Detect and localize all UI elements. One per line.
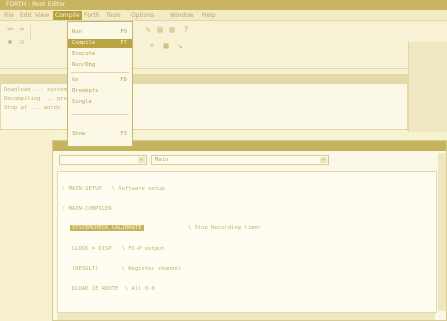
code-line: (RESULT) \ Register channel — [62, 266, 182, 272]
menu-item-breakpoints[interactable]: Breakpts — [68, 87, 132, 96]
menu-item-show[interactable]: Show F3 — [68, 130, 132, 139]
menu-options[interactable]: Options — [131, 11, 154, 20]
menu-item-label: Execute — [72, 51, 96, 57]
menu-item-shortcut: F8 — [120, 77, 127, 83]
chevron-down-icon[interactable]: ▾ — [138, 157, 145, 163]
horizontal-scrollbar[interactable] — [57, 313, 435, 320]
right-panel — [408, 42, 447, 132]
new-file-icon[interactable]: ▭ — [6, 25, 14, 33]
menubar: File Edit View Compile Forth Tools Optio… — [0, 10, 447, 21]
menu-item-label: Breakpts — [72, 88, 99, 94]
menu-item-shortcut: F7 — [120, 40, 127, 46]
output-line: Stop at ... words — [4, 105, 61, 111]
menu-item-label: Single — [72, 99, 92, 105]
menu-help[interactable]: Help — [202, 11, 216, 20]
word-combo[interactable]: Main ▾ — [151, 155, 329, 165]
print-icon[interactable]: ▫ — [18, 38, 26, 46]
menu-item-go[interactable]: Go F8 — [68, 76, 132, 85]
workspace-background — [0, 132, 52, 321]
menu-item-shortcut: F3 — [120, 131, 127, 137]
save-icon[interactable]: ▪ — [6, 38, 14, 46]
replace-icon[interactable]: ▦ — [162, 42, 170, 50]
menu-separator — [71, 114, 129, 115]
menu-file[interactable]: File — [4, 11, 14, 20]
menu-forth[interactable]: Forth — [84, 11, 100, 20]
goto-icon[interactable]: ↘ — [176, 42, 184, 50]
output-titlebar — [1, 75, 407, 84]
menu-window[interactable]: Window — [170, 11, 194, 20]
code-line: : MAIN-COMPILER — [62, 206, 112, 212]
paste-icon[interactable]: ▥ — [168, 26, 176, 34]
cut-icon[interactable]: ✎ — [144, 26, 152, 34]
code-editor[interactable]: : MAIN-SETUP \ Software setup : MAIN-COM… — [57, 171, 437, 313]
find-icon[interactable]: ⌕ — [148, 42, 156, 50]
output-window: Download ... system loaded Recompiling .… — [0, 74, 408, 130]
copy-icon[interactable]: ▤ — [156, 26, 164, 34]
word-combo-value: Main — [155, 157, 169, 163]
menu-item-label: Run — [72, 29, 82, 35]
window-titlebar: FORTH - Root Editor — [0, 0, 447, 10]
menu-item-run[interactable]: Run F9 — [68, 28, 132, 37]
menu-item-label: Go — [72, 77, 79, 83]
menu-item-compile[interactable]: Compile F7 — [68, 39, 132, 48]
menu-item-label: Show — [72, 131, 86, 137]
chevron-down-icon[interactable]: ▾ — [320, 157, 327, 163]
menu-item-label: Compile — [72, 40, 96, 46]
code-line: : MAIN-SETUP \ Software setup — [62, 186, 165, 192]
menu-compile[interactable]: Compile — [53, 11, 82, 20]
code-line: CLOCK = DISP \ FC-P output — [62, 246, 165, 252]
menu-item-shortcut: F9 — [120, 29, 127, 35]
menu-edit[interactable]: Edit — [20, 11, 32, 20]
vertical-scrollbar[interactable] — [438, 153, 446, 311]
menu-tools[interactable]: Tools — [106, 11, 121, 20]
compile-menu-dropdown: Run F9 Compile F7 Execute Run/Dbg Go F8 … — [67, 21, 133, 147]
toolbar-separator — [30, 25, 31, 41]
menu-view[interactable]: View — [35, 11, 49, 20]
open-file-icon[interactable]: ▱ — [18, 25, 26, 33]
procedure-combo[interactable]: ▾ — [59, 155, 147, 165]
menu-item-rundbg[interactable]: Run/Dbg — [68, 61, 132, 70]
selected-code[interactable]: SYSTEMCHECK CALIBRATE — [70, 225, 144, 231]
editor-window: ▾ Main ▾ : MAIN-SETUP \ Software setup :… — [52, 140, 447, 321]
code-line: DLOAD 1E ROUTE \ All 0-0 — [62, 286, 155, 292]
help-icon[interactable]: ? — [182, 26, 190, 34]
menu-item-single[interactable]: Single — [68, 98, 132, 107]
window-title: FORTH - Root Editor — [6, 1, 66, 8]
menu-separator — [71, 72, 129, 73]
code-comment: \ Stop Recording timer — [188, 225, 261, 231]
menu-item-label: Run/Dbg — [72, 62, 96, 68]
menu-item-execute[interactable]: Execute — [68, 50, 132, 59]
